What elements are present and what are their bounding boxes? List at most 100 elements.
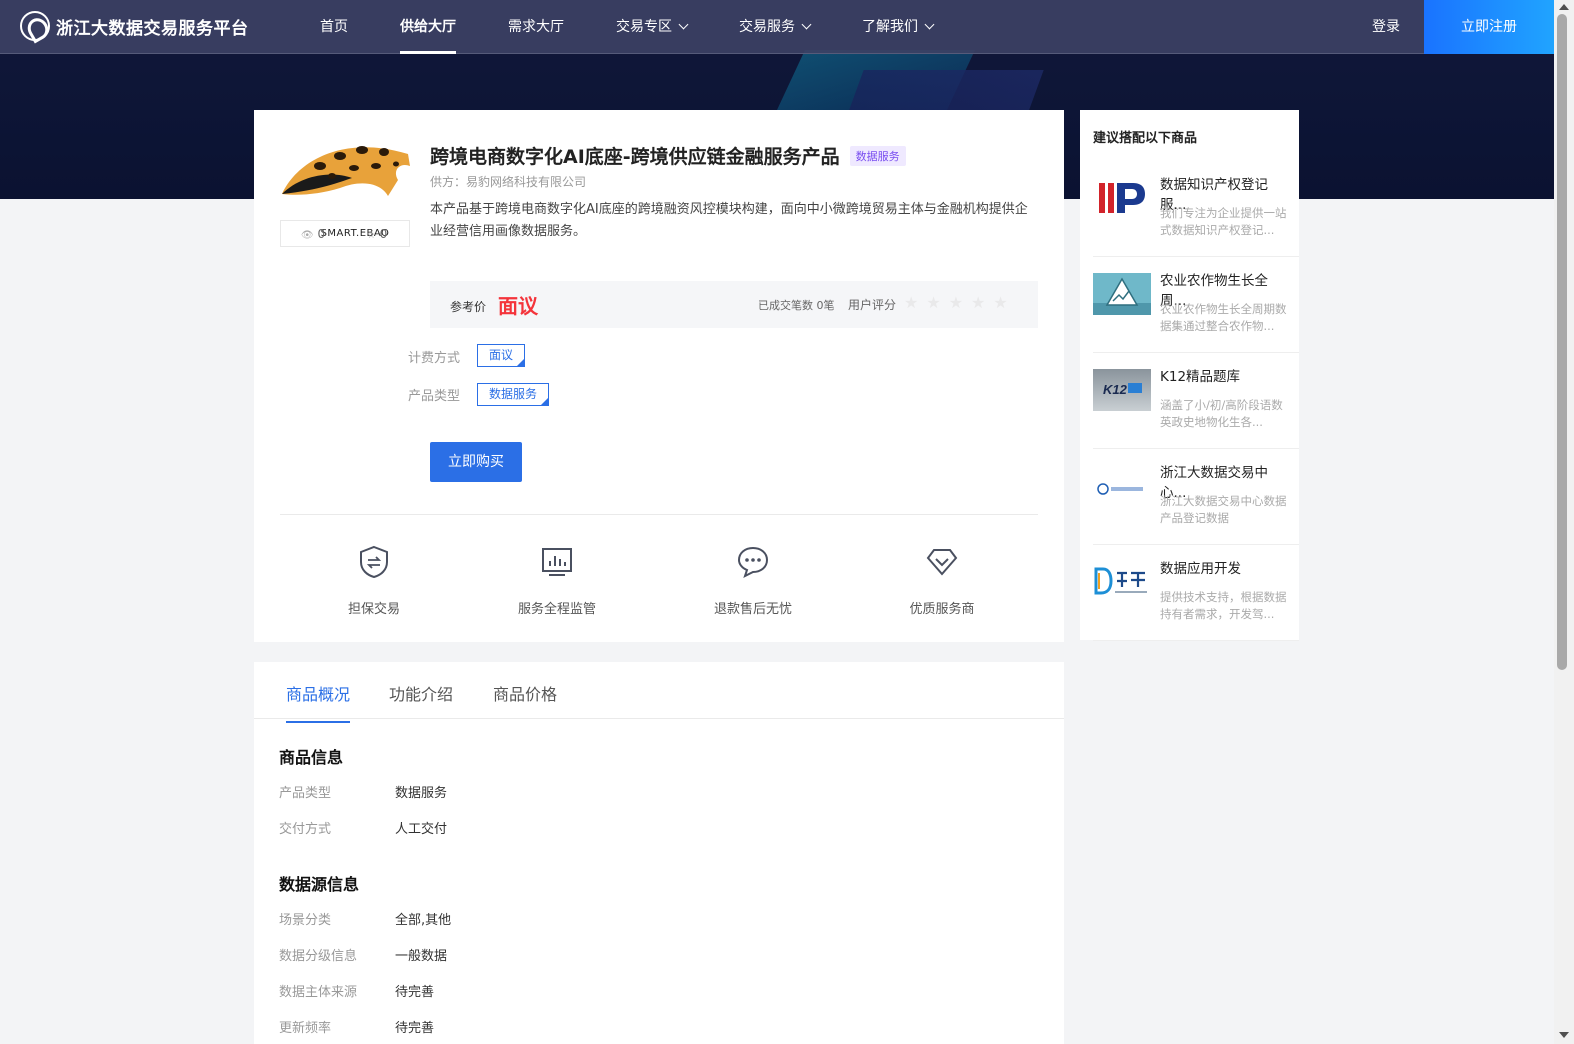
recommend-desc: 涵盖了小/初/高阶段语数英政史地物化生各...: [1160, 398, 1283, 429]
recommend-title: 建议搭配以下商品: [1093, 131, 1198, 146]
chevron-down-icon: [801, 19, 812, 30]
product-stats: 👁 0 ☆ 0: [280, 220, 410, 247]
guarantee-label: 担保交易: [347, 602, 400, 617]
product-card: SMART.EBAO 👁 0 ☆ 0 跨境电商数字化AI底座-跨境供应链金融服务产品…: [254, 110, 1064, 642]
chevron-down-icon: [924, 19, 935, 30]
info-value: 一般数据: [395, 949, 448, 964]
tab-features[interactable]: 功能介绍: [389, 681, 453, 705]
title-row: 跨境电商数字化AI底座-跨境供应链金融服务产品 数据服务: [430, 142, 906, 169]
info-key: 产品类型: [279, 786, 332, 801]
product-title: 跨境电商数字化AI底座-跨境供应链金融服务产品: [430, 146, 840, 168]
info-value: 数据服务: [395, 786, 448, 801]
recommend-item[interactable]: 农业农作物生长全周... 农业农作物生长全周期数据集通过整合农作物...: [1093, 257, 1299, 353]
view-count: 👁 0: [281, 227, 345, 241]
menu-item-home[interactable]: 首页: [300, 0, 368, 54]
menu-label: 交易专区: [616, 19, 672, 35]
chevron-down-icon: [678, 19, 689, 30]
tab-pricing[interactable]: 商品价格: [493, 681, 557, 705]
recommend-desc: 提供技术支持，根据数据持有者需求，开发驾...: [1160, 590, 1287, 621]
guarantee-item: 担保交易: [304, 544, 444, 617]
recommend-item[interactable]: 浙江大数据交易中心... 浙江大数据交易中心数据产品登记数据: [1093, 449, 1299, 545]
recommend-desc: 我们专注为企业提供一站式数据知识产权登记...: [1160, 206, 1287, 237]
billing-option[interactable]: 面议: [477, 344, 526, 367]
menu-label: 供给大厅: [400, 19, 456, 35]
menu-item-about[interactable]: 了解我们: [842, 0, 953, 54]
tab-overview[interactable]: 商品概况: [286, 681, 351, 723]
rating-stars: ★ ★ ★ ★ ★: [904, 293, 1008, 312]
info-value: 待完善: [395, 985, 435, 1000]
info-key: 数据主体来源: [279, 985, 358, 1000]
guarantee-label: 服务全程监管: [517, 602, 596, 617]
supplier-name[interactable]: 供方：易豹网络科技有限公司: [430, 173, 586, 190]
diamond-icon: [924, 544, 960, 580]
info-value: 人工交付: [395, 822, 448, 837]
recommend-item[interactable]: 数据知识产权登记服... 我们专注为企业提供一站式数据知识产权登记...: [1093, 161, 1299, 257]
type-option[interactable]: 数据服务: [477, 383, 550, 406]
recommend-panel: 建议搭配以下商品 数据知识产权登记服... 我们专注为企业提供一站式数据知识产权…: [1080, 110, 1299, 641]
guarantee-item: 服务全程监管: [487, 544, 627, 617]
view-count-value: 0: [317, 226, 326, 241]
details-panel: 商品概况 功能介绍 商品价格 商品信息 产品类型 数据服务 交付方式 人工交付 …: [254, 662, 1064, 1044]
rating-label: 用户评分: [848, 298, 897, 312]
star-icon: ★: [971, 293, 986, 312]
recommend-item[interactable]: 数据应用开发 提供技术支持，根据数据持有者需求，开发驾...: [1093, 545, 1299, 641]
monitor-chart-icon: [539, 544, 575, 580]
info-key: 数据分级信息: [279, 949, 358, 964]
page-scrollbar[interactable]: [1554, 0, 1574, 1044]
recommend-item[interactable]: K12 K12精品题库 涵盖了小/初/高阶段语数英政史地物化生各...: [1093, 353, 1299, 449]
star-icon: ★: [993, 293, 1008, 312]
info-value: 待完善: [395, 1021, 435, 1036]
buy-now-button[interactable]: 立即购买: [430, 442, 522, 482]
scroll-up-arrow-icon[interactable]: [1559, 4, 1569, 10]
menu-item-demand-hall[interactable]: 需求大厅: [488, 0, 584, 54]
leopard-logo-icon: [282, 146, 410, 196]
recommend-desc: 农业农作物生长全周期数据集通过整合农作物...: [1160, 302, 1287, 333]
ip-logo-icon: [1093, 177, 1151, 219]
guarantee-item: 优质服务商: [872, 544, 1012, 617]
register-button[interactable]: 立即注册: [1424, 0, 1554, 54]
scroll-thumb[interactable]: [1557, 14, 1567, 670]
billing-label: 计费方式: [408, 351, 461, 366]
star-icon: ☆: [366, 229, 376, 241]
shield-exchange-icon: [356, 544, 392, 580]
svg-text:K12: K12: [1103, 382, 1128, 397]
category-badge: 数据服务: [849, 145, 906, 166]
scroll-down-arrow-icon[interactable]: [1559, 1032, 1569, 1038]
favorite-count-value: 0: [379, 226, 388, 241]
logo-icon: [20, 11, 50, 41]
menu-label: 首页: [320, 19, 348, 35]
guarantee-label: 优质服务商: [909, 602, 975, 617]
login-link[interactable]: 登录: [1372, 0, 1400, 54]
menu-label: 了解我们: [862, 19, 918, 35]
star-icon: ★: [904, 293, 919, 312]
product-description: 本产品基于跨境电商数字化AI底座的跨境融资风控模块构建，面向中小微跨境贸易主体与…: [430, 202, 1028, 239]
k12-logo-icon: K12: [1093, 369, 1151, 411]
favorite-count[interactable]: ☆ 0: [345, 227, 409, 241]
eye-icon: 👁: [300, 229, 314, 241]
section-title-product-info: 商品信息: [279, 748, 344, 767]
section-title-data-source: 数据源信息: [279, 875, 360, 894]
recommend-desc: 浙江大数据交易中心数据产品登记数据: [1160, 494, 1287, 525]
menu-item-trading-zone[interactable]: 交易专区: [596, 0, 707, 54]
info-key: 场景分类: [279, 913, 332, 928]
info-value: 全部,其他: [395, 913, 452, 928]
star-icon: ★: [926, 293, 941, 312]
menu-item-trading-service[interactable]: 交易服务: [719, 0, 830, 54]
menu-label: 需求大厅: [508, 19, 564, 35]
top-nav: 浙江大数据交易服务平台 首页 供给大厅 需求大厅 交易专区 交易服务 了解我们 …: [0, 0, 1574, 54]
main-menu: 首页 供给大厅 需求大厅 交易专区 交易服务 了解我们: [300, 0, 965, 54]
dongyang-logo-icon: [1093, 561, 1151, 603]
menu-label: 交易服务: [739, 19, 795, 35]
price-box: 参考价 面议 已成交笔数 0笔 用户评分 ★ ★ ★ ★ ★: [430, 281, 1038, 328]
agri-logo-icon: [1093, 273, 1151, 315]
guarantee-item: 退款售后无忧: [683, 544, 823, 617]
price-label: 参考价: [450, 300, 487, 314]
logo-text: 浙江大数据交易服务平台: [56, 18, 249, 39]
menu-item-supply-hall[interactable]: 供给大厅: [380, 0, 476, 54]
zj-logo-icon: [1093, 465, 1151, 507]
price-value: 面议: [498, 294, 538, 318]
site-logo[interactable]: 浙江大数据交易服务平台: [20, 11, 249, 41]
type-label: 产品类型: [408, 389, 461, 404]
details-tabs: 商品概况 功能介绍 商品价格: [254, 662, 1064, 723]
guarantee-label: 退款售后无忧: [713, 602, 792, 617]
